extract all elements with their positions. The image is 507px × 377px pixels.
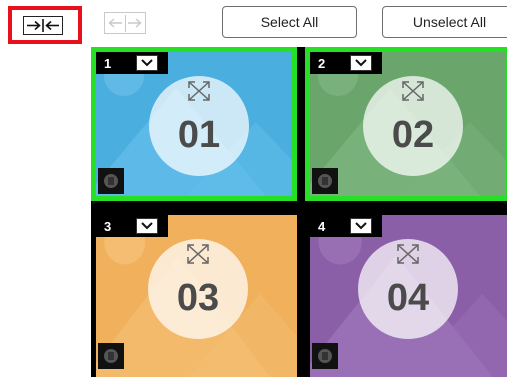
maximize-icon[interactable]: [185, 78, 213, 104]
tile-number-badge: 3: [96, 215, 168, 237]
tile-number: 3: [104, 219, 130, 234]
tile-number-badge: 2: [310, 52, 382, 74]
maximize-icon[interactable]: [399, 78, 427, 104]
tile-center-circle: 04: [358, 239, 458, 339]
tile-center-circle: 03: [148, 239, 248, 339]
chevron-down-icon: [354, 221, 368, 231]
tile-1[interactable]: 1 01: [91, 47, 297, 201]
tile-label: 02: [363, 114, 463, 157]
film-icon[interactable]: [98, 168, 124, 194]
tile-dropdown[interactable]: [136, 218, 158, 234]
tile-dropdown[interactable]: [350, 55, 372, 71]
tile-dropdown[interactable]: [136, 55, 158, 71]
collapse-button[interactable]: [8, 6, 82, 44]
tile-3[interactable]: 3 03: [96, 215, 297, 377]
tile-label: 03: [148, 277, 248, 320]
tile-dropdown[interactable]: [350, 218, 372, 234]
tile-number-badge: 4: [310, 215, 382, 237]
tile-label: 04: [358, 277, 458, 320]
tile-number: 4: [318, 219, 344, 234]
select-all-button[interactable]: Select All: [222, 6, 357, 38]
maximize-icon[interactable]: [394, 241, 422, 267]
tile-grid: 1 01: [91, 47, 507, 377]
expand-button[interactable]: [104, 12, 146, 34]
film-icon[interactable]: [98, 343, 124, 369]
maximize-icon[interactable]: [184, 241, 212, 267]
tile-number-badge: 1: [96, 52, 168, 74]
tile-label: 01: [149, 114, 249, 157]
tile-4[interactable]: 4 04: [310, 215, 507, 377]
tile-2[interactable]: 2 02: [305, 47, 507, 201]
tile-center-circle: 02: [363, 76, 463, 176]
chevron-down-icon: [354, 58, 368, 68]
tile-number: 1: [104, 56, 130, 71]
tile-number: 2: [318, 56, 344, 71]
tile-center-circle: 01: [149, 76, 249, 176]
collapse-arrows-icon: [23, 16, 63, 35]
chevron-down-icon: [140, 221, 154, 231]
unselect-all-button[interactable]: Unselect All: [382, 6, 507, 38]
film-icon[interactable]: [312, 168, 338, 194]
chevron-down-icon: [140, 58, 154, 68]
film-icon[interactable]: [312, 343, 338, 369]
